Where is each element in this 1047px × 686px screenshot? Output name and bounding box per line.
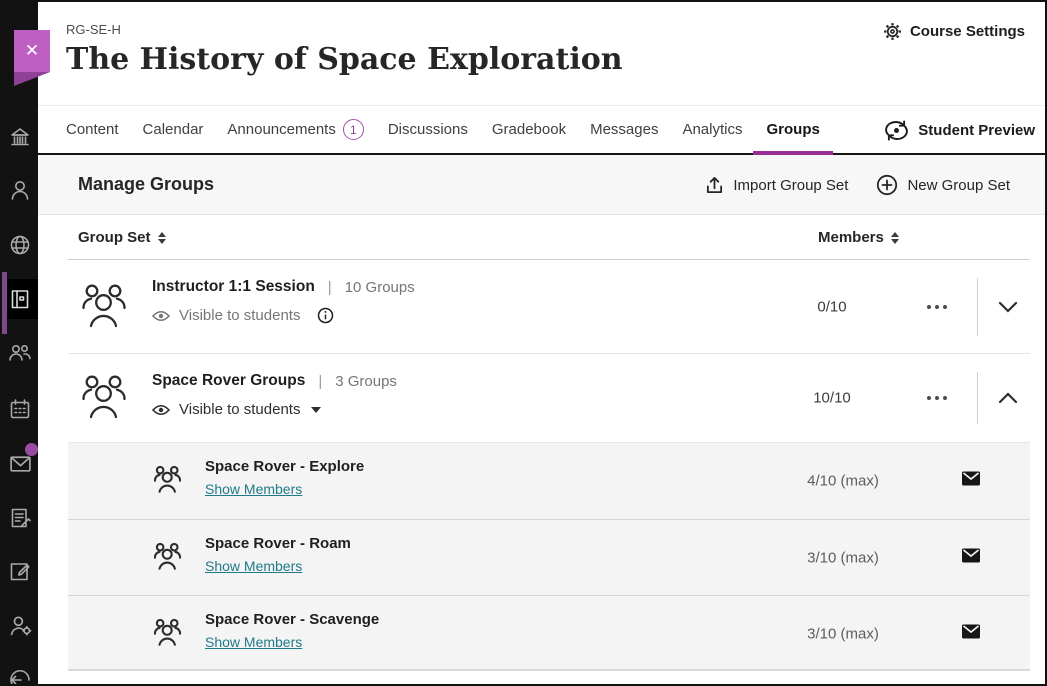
tab-content[interactable]: Content	[66, 106, 119, 153]
student-preview-button[interactable]: Student Preview	[884, 106, 1035, 154]
upload-icon	[705, 176, 724, 195]
group-set-row: Instructor 1:1 Session | 10 Groups Visib…	[38, 260, 1047, 354]
page-title: The History of Space Exploration	[66, 42, 623, 77]
group-count: 10 Groups	[345, 279, 415, 296]
course-settings-button[interactable]: Course Settings	[883, 22, 1025, 41]
chevron-down-icon	[998, 301, 1018, 313]
calendar-icon[interactable]	[2, 389, 38, 429]
tab-groups[interactable]: Groups	[766, 106, 819, 153]
group-set-name: Space Rover Groups	[152, 372, 305, 390]
visibility-dropdown[interactable]: Visible to students	[152, 401, 397, 418]
members-count: 10/10	[782, 390, 882, 407]
announcements-count-badge: 1	[343, 119, 364, 140]
manage-groups-bar: Manage Groups Import Group Set New Group…	[38, 155, 1047, 215]
group-count: 3 Groups	[335, 373, 397, 390]
tab-calendar[interactable]: Calendar	[143, 106, 204, 153]
active-nav-indicator	[2, 272, 7, 334]
course-settings-label: Course Settings	[910, 23, 1025, 40]
group-set-row: Space Rover Groups | 3 Groups Visible to…	[38, 354, 1047, 442]
close-course-button[interactable]: ✕	[14, 30, 50, 72]
show-members-link[interactable]: Show Members	[205, 634, 302, 650]
document-pencil-icon[interactable]	[2, 498, 38, 538]
show-members-link[interactable]: Show Members	[205, 558, 302, 574]
group-icon	[154, 464, 181, 498]
groups-table-header: Group Set Members	[38, 215, 1047, 260]
tab-discussions[interactable]: Discussions	[388, 106, 468, 153]
app-window: ✕ RG-SE-H The History of Space Explorati…	[0, 0, 1047, 686]
new-group-set-button[interactable]: New Group Set	[876, 174, 1010, 196]
main-panel: RG-SE-H The History of Space Exploration…	[38, 2, 1047, 684]
group-name: Space Rover - Roam	[205, 535, 351, 552]
sort-group-set-header[interactable]: Group Set	[78, 229, 166, 246]
eye-icon	[152, 404, 170, 416]
person-icon[interactable]	[2, 170, 38, 210]
visibility-label: Visible to students	[179, 307, 300, 324]
visibility-control[interactable]: Visible to students	[152, 307, 415, 324]
person-gear-icon[interactable]	[2, 605, 38, 645]
visibility-label: Visible to students	[179, 401, 300, 418]
group-members-count: 3/10 (max)	[783, 549, 903, 566]
members-column-label: Members	[818, 229, 884, 246]
group-set-icon	[82, 372, 126, 424]
group-name: Space Rover - Scavenge	[205, 611, 379, 628]
eye-icon	[152, 310, 170, 322]
course-header: RG-SE-H The History of Space Exploration…	[38, 2, 1047, 103]
chevron-up-icon	[998, 392, 1018, 404]
student-preview-icon	[884, 120, 909, 141]
members-count: 0/10	[782, 299, 882, 316]
expand-row-button[interactable]	[988, 295, 1028, 319]
show-members-link[interactable]: Show Members	[205, 481, 302, 497]
message-group-button[interactable]	[962, 472, 980, 491]
group-row: Space Rover - Scavenge Show Members 3/10…	[68, 595, 1030, 671]
plus-circle-icon	[876, 174, 898, 196]
caret-down-icon	[311, 407, 321, 413]
bank-icon[interactable]	[2, 117, 38, 157]
tab-messages[interactable]: Messages	[590, 106, 658, 153]
sort-icon	[158, 232, 166, 244]
people-icon[interactable]	[2, 334, 38, 374]
group-members-count: 4/10 (max)	[783, 473, 903, 490]
course-tab-bar: Content Calendar Announcements 1 Discuss…	[38, 105, 1047, 155]
section-title: Manage Groups	[78, 174, 214, 195]
row-menu-button[interactable]	[918, 390, 956, 406]
group-row: Space Rover - Roam Show Members 3/10 (ma…	[68, 519, 1030, 595]
arrow-left-icon[interactable]	[2, 660, 38, 684]
group-set-column-label: Group Set	[78, 229, 151, 246]
collapse-row-button[interactable]	[988, 386, 1028, 410]
square-pencil-icon[interactable]	[2, 551, 38, 591]
course-id: RG-SE-H	[66, 22, 121, 37]
tab-analytics[interactable]: Analytics	[682, 106, 742, 153]
global-nav-sidebar	[2, 2, 38, 684]
message-group-button[interactable]	[962, 624, 980, 643]
sort-members-header[interactable]: Members	[818, 229, 899, 246]
group-set-name: Instructor 1:1 Session	[152, 278, 315, 296]
new-group-set-label: New Group Set	[907, 177, 1010, 194]
tab-announcements[interactable]: Announcements 1	[227, 106, 363, 153]
group-icon	[154, 541, 181, 575]
messages-badge	[24, 442, 38, 457]
message-group-button[interactable]	[962, 548, 980, 567]
info-icon[interactable]	[317, 307, 334, 324]
group-set-icon	[82, 281, 126, 333]
gear-icon	[883, 22, 902, 41]
divider	[977, 278, 978, 336]
close-icon: ✕	[25, 41, 39, 61]
group-name: Space Rover - Explore	[205, 458, 364, 475]
student-preview-label: Student Preview	[918, 122, 1035, 139]
group-icon	[154, 617, 181, 651]
globe-icon[interactable]	[2, 225, 38, 265]
row-menu-button[interactable]	[918, 299, 956, 315]
group-row: Space Rover - Explore Show Members 4/10 …	[68, 443, 1030, 519]
sort-icon	[891, 232, 899, 244]
group-members-count: 3/10 (max)	[783, 625, 903, 642]
import-group-set-button[interactable]: Import Group Set	[705, 176, 848, 195]
divider	[977, 372, 978, 424]
import-group-set-label: Import Group Set	[733, 177, 848, 194]
tab-gradebook[interactable]: Gradebook	[492, 106, 566, 153]
expanded-groups-panel: Space Rover - Explore Show Members 4/10 …	[68, 442, 1030, 671]
journal-icon[interactable]	[2, 279, 38, 319]
